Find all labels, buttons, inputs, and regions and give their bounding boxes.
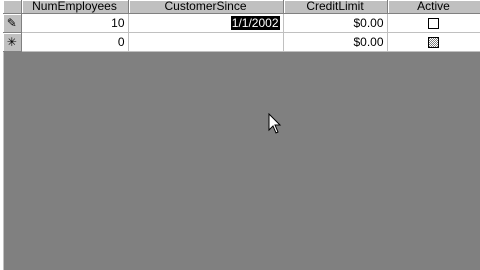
table-row: ✳ 0 $0.00 — [3, 32, 480, 52]
cell-customer-since[interactable] — [128, 32, 284, 52]
column-header-customer-since[interactable]: CustomerSince — [128, 0, 284, 14]
cell-num-employees[interactable]: 0 — [21, 32, 129, 52]
new-record-icon: ✳ — [6, 35, 17, 49]
datasheet-grid: NumEmployees CustomerSince CreditLimit A… — [3, 0, 480, 52]
select-all-corner[interactable] — [3, 0, 22, 14]
cell-customer-since[interactable]: 1/1/2002 — [128, 13, 284, 33]
record-selector[interactable]: ✳ — [3, 32, 22, 52]
selected-text: 1/1/2002 — [230, 16, 280, 30]
table-row: ✎ 10 1/1/2002 $0.00 — [3, 13, 480, 33]
record-selector[interactable]: ✎ — [3, 13, 22, 33]
datasheet-window: NumEmployees CustomerSince CreditLimit A… — [0, 0, 480, 270]
column-header-active[interactable]: Active — [387, 0, 480, 14]
mouse-pointer-icon — [268, 113, 282, 134]
cell-credit-limit[interactable]: $0.00 — [283, 32, 388, 52]
header-row: NumEmployees CustomerSince CreditLimit A… — [3, 0, 480, 14]
cell-active[interactable] — [387, 13, 480, 33]
column-header-credit-limit[interactable]: CreditLimit — [283, 0, 388, 14]
active-checkbox[interactable] — [428, 37, 439, 49]
column-header-num-employees[interactable]: NumEmployees — [21, 0, 129, 14]
pencil-edit-icon: ✎ — [6, 16, 17, 30]
active-checkbox[interactable] — [428, 18, 439, 30]
cell-num-employees[interactable]: 10 — [21, 13, 129, 33]
cell-active[interactable] — [387, 32, 480, 52]
cell-credit-limit[interactable]: $0.00 — [283, 13, 388, 33]
